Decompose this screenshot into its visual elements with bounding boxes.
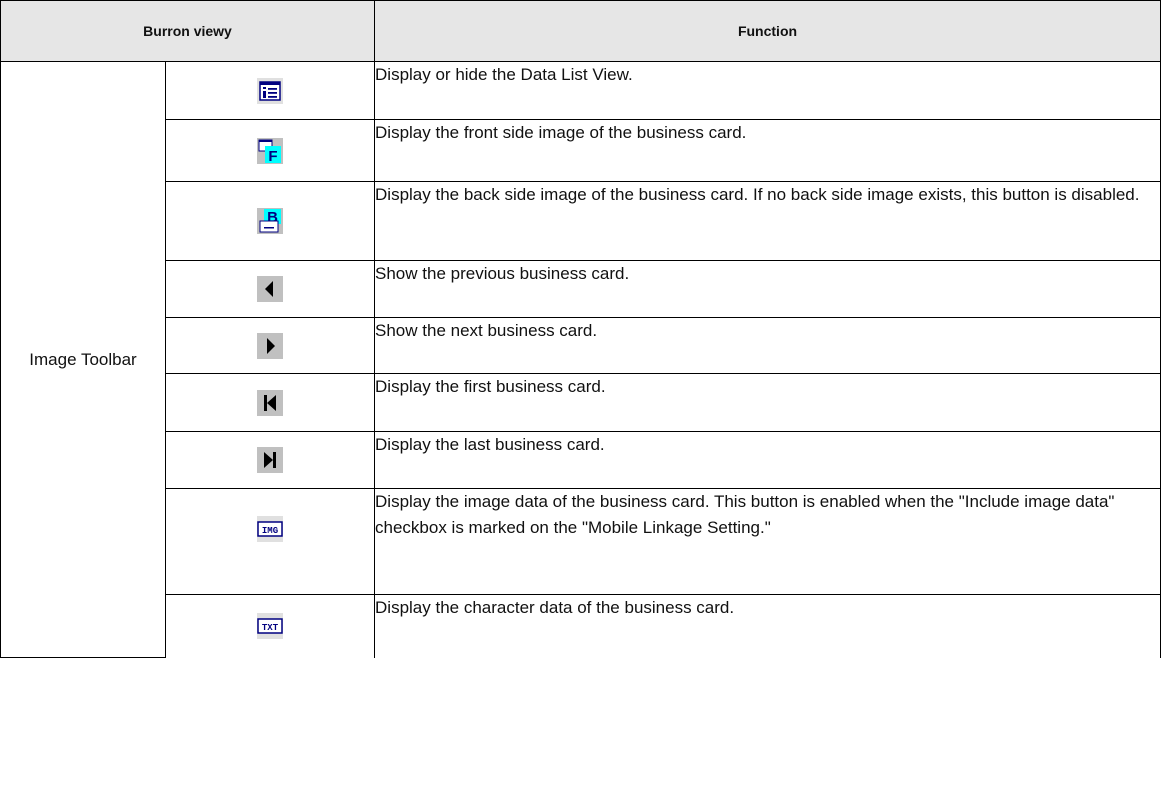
function-description: Display the character data of the busine… — [374, 594, 1162, 658]
table-row: Display the last business card. — [1, 431, 1162, 489]
table-row: Image Toolbar Display or hide the Data L… — [0, 61, 1162, 658]
image-data-icon: IMG — [257, 516, 283, 542]
function-description: Show the next business card. — [374, 317, 1162, 374]
table-row: Show the next business card. — [1, 317, 1162, 374]
table-row: TXT Display the character data of the bu… — [1, 594, 1162, 658]
function-description: Display the front side image of the busi… — [374, 119, 1162, 182]
text-data-icon-text: TXT — [262, 623, 279, 633]
image-data-icon-text: IMG — [262, 526, 278, 536]
header-function: Function — [374, 0, 1162, 62]
back-side-icon: B — [257, 208, 283, 234]
function-description: Display the back side image of the busin… — [374, 181, 1162, 261]
next-icon — [257, 332, 283, 359]
table-row: B Display the back side image of the bus… — [1, 181, 1162, 261]
icon-cell: TXT — [164, 594, 376, 658]
group-label-image-toolbar: Image Toolbar — [0, 61, 166, 658]
first-icon — [257, 389, 283, 416]
previous-icon — [257, 276, 283, 302]
function-description: Display or hide the Data List View. — [374, 61, 1162, 120]
text-data-icon: TXT — [257, 613, 283, 640]
icon-cell — [164, 373, 376, 432]
icon-cell — [164, 61, 376, 120]
data-list-view-icon — [257, 77, 283, 104]
table-row: F Display the front side image of the bu… — [1, 119, 1162, 182]
function-description: Display the first business card. — [374, 373, 1162, 432]
icon-cell: IMG — [164, 488, 376, 595]
icon-cell: B — [164, 181, 376, 261]
table-row: Display the first business card. — [1, 373, 1162, 432]
button-function-table: Burron viewy Function Image Toolbar Disp… — [0, 0, 1162, 658]
svg-text:F: F — [268, 148, 277, 164]
table-row: Show the previous business card. — [1, 260, 1162, 318]
icon-cell — [164, 317, 376, 374]
header-row: Burron viewy Function — [0, 0, 1162, 62]
icon-cell: F — [164, 119, 376, 182]
function-description: Display the last business card. — [374, 431, 1162, 489]
function-description: Show the previous business card. — [374, 260, 1162, 318]
front-side-icon: F — [257, 137, 283, 164]
function-description: Display the image data of the business c… — [374, 488, 1162, 595]
last-icon — [257, 447, 283, 473]
icon-cell — [164, 431, 376, 489]
icon-cell — [164, 260, 376, 318]
header-button-view: Burron viewy — [0, 0, 376, 62]
table-row: IMG Display the image data of the busine… — [1, 488, 1162, 595]
